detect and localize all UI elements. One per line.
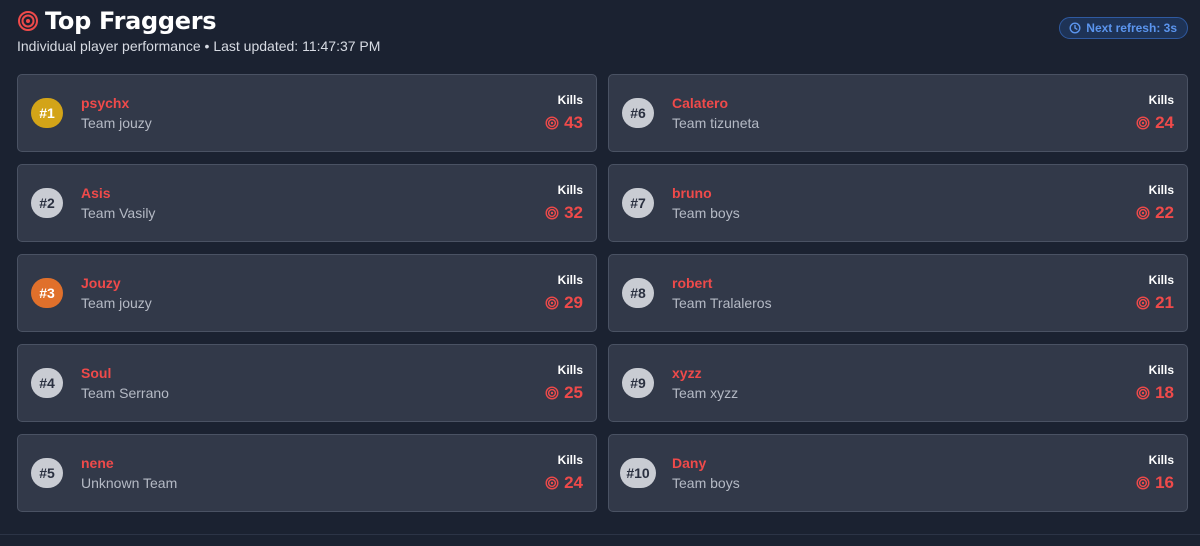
title-row: Top Fraggers [17, 6, 1188, 36]
target-icon [1136, 296, 1150, 310]
kills-count: 25 [564, 383, 583, 402]
next-refresh-badge: Next refresh: 3s [1059, 17, 1188, 39]
top-fraggers-page: Top Fraggers Individual player performan… [0, 0, 1200, 546]
kills-label: Kills [557, 183, 583, 197]
player-name: xyzz [672, 365, 702, 381]
player-name: Asis [81, 185, 111, 201]
kills-count: 43 [564, 113, 583, 132]
player-card[interactable]: #9 xyzz Team xyzz Kills 18 [608, 344, 1188, 422]
player-card[interactable]: #6 Calatero Team tizuneta Kills 24 [608, 74, 1188, 152]
rank-badge: #7 [622, 188, 654, 218]
kills-label: Kills [557, 363, 583, 377]
target-icon [1136, 206, 1150, 220]
player-card[interactable]: #3 Jouzy Team jouzy Kills 29 [17, 254, 597, 332]
player-card[interactable]: #5 nene Unknown Team Kills 24 [17, 434, 597, 512]
target-icon [17, 10, 39, 32]
kills-value: 18 [1136, 383, 1174, 403]
page-title: Top Fraggers [45, 7, 217, 35]
kills-label: Kills [557, 93, 583, 107]
next-refresh-text: Next refresh: 3s [1086, 21, 1177, 35]
team-name: Team xyzz [672, 385, 739, 401]
rank-badge: #2 [31, 188, 63, 218]
kills-value: 43 [545, 113, 583, 133]
rank-badge: #6 [622, 98, 654, 128]
player-name: nene [81, 455, 114, 471]
kills-count: 29 [564, 293, 583, 312]
players-grid: #1 psychx Team jouzy Kills 43 #6 Calater… [17, 74, 1188, 512]
page-header: Top Fraggers Individual player performan… [17, 6, 1188, 56]
kills-label: Kills [1148, 93, 1174, 107]
player-name: Jouzy [81, 275, 121, 291]
kills-label: Kills [1148, 453, 1174, 467]
kills-value: 29 [545, 293, 583, 313]
kills-count: 24 [564, 473, 583, 492]
kills-value: 22 [1136, 203, 1174, 223]
team-name: Unknown Team [81, 475, 178, 491]
team-name: Team Serrano [81, 385, 169, 401]
player-card[interactable]: #7 bruno Team boys Kills 22 [608, 164, 1188, 242]
bottom-divider [0, 534, 1200, 535]
target-icon [545, 476, 559, 490]
kills-label: Kills [1148, 273, 1174, 287]
player-name: psychx [81, 95, 130, 111]
player-card[interactable]: #2 Asis Team Vasily Kills 32 [17, 164, 597, 242]
player-name: bruno [672, 185, 712, 201]
player-card[interactable]: #10 Dany Team boys Kills 16 [608, 434, 1188, 512]
kills-value: 21 [1136, 293, 1174, 313]
team-name: Team jouzy [81, 115, 152, 131]
kills-count: 16 [1155, 473, 1174, 492]
rank-badge: #4 [31, 368, 63, 398]
kills-label: Kills [557, 453, 583, 467]
kills-label: Kills [557, 273, 583, 287]
kills-count: 32 [564, 203, 583, 222]
rank-badge: #1 [31, 98, 63, 128]
kills-value: 32 [545, 203, 583, 223]
kills-count: 21 [1155, 293, 1174, 312]
target-icon [545, 116, 559, 130]
rank-badge: #8 [622, 278, 654, 308]
rank-badge: #5 [31, 458, 63, 488]
team-name: Team boys [672, 205, 740, 221]
team-name: Team tizuneta [672, 115, 760, 131]
rank-badge: #9 [622, 368, 654, 398]
player-card[interactable]: #4 Soul Team Serrano Kills 25 [17, 344, 597, 422]
clock-icon [1069, 22, 1081, 34]
team-name: Team Tralaleros [672, 295, 772, 311]
player-name: Calatero [672, 95, 729, 111]
target-icon [1136, 386, 1150, 400]
kills-count: 24 [1155, 113, 1174, 132]
player-name: robert [672, 275, 713, 291]
target-icon [1136, 116, 1150, 130]
target-icon [545, 386, 559, 400]
kills-value: 24 [1136, 113, 1174, 133]
kills-value: 25 [545, 383, 583, 403]
player-name: Soul [81, 365, 112, 381]
player-card[interactable]: #1 psychx Team jouzy Kills 43 [17, 74, 597, 152]
kills-label: Kills [1148, 363, 1174, 377]
team-name: Team boys [672, 475, 740, 491]
kills-label: Kills [1148, 183, 1174, 197]
page-subtitle: Individual player performance • Last upd… [17, 38, 381, 54]
kills-count: 22 [1155, 203, 1174, 222]
team-name: Team jouzy [81, 295, 152, 311]
player-card[interactable]: #8 robert Team Tralaleros Kills 21 [608, 254, 1188, 332]
team-name: Team Vasily [81, 205, 156, 221]
rank-badge: #3 [31, 278, 63, 308]
target-icon [1136, 476, 1150, 490]
target-icon [545, 206, 559, 220]
target-icon [545, 296, 559, 310]
rank-badge: #10 [620, 458, 656, 488]
kills-value: 16 [1136, 473, 1174, 493]
player-name: Dany [672, 455, 707, 471]
kills-value: 24 [545, 473, 583, 493]
kills-count: 18 [1155, 383, 1174, 402]
